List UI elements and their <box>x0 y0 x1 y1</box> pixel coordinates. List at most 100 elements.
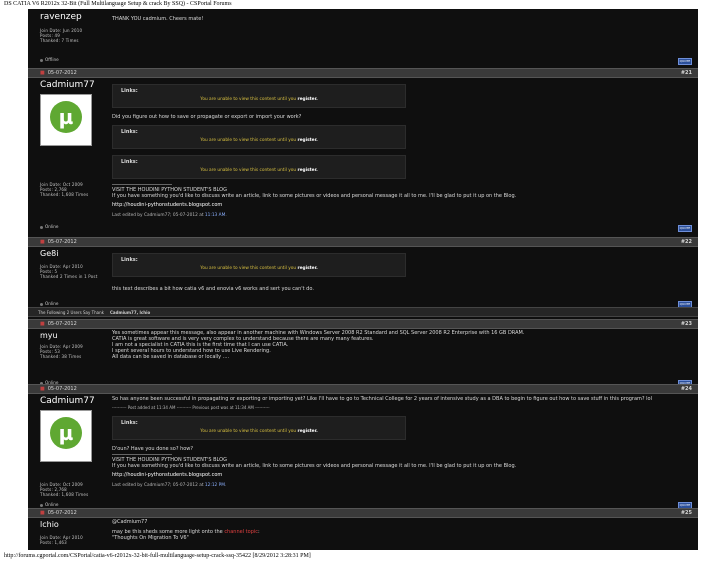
post-date: ■ 05-07-2012 <box>40 321 77 327</box>
links-label: Links: <box>121 257 138 263</box>
register-notice: You are unable to view this content unti… <box>113 138 405 143</box>
quote-button-icon[interactable]: QUOTE <box>678 225 692 232</box>
hidden-links-box: Links: You are unable to view this conte… <box>112 155 406 179</box>
username[interactable]: ravenzep <box>40 12 108 22</box>
post-25: ■ 05-07-2012 #25 lchio Join Date: Apr 201… <box>28 508 698 550</box>
user-info: Join Date: Oct 2009 Posts: 2,768 Thanked… <box>40 182 108 198</box>
user-info: Join Date: Oct 2009 Posts: 2,768 Thanked… <box>40 482 108 498</box>
thanked-count: Thanked 2 Times in 1 Post <box>40 274 98 280</box>
user-info: Join Date: Apr 2010 Posts: 5 Thanked 2 T… <box>40 264 108 280</box>
post-header: ■ 05-07-2012 #23 <box>28 319 698 329</box>
links-label: Links: <box>121 420 138 426</box>
post-text: this text describes a bit how catia v6 a… <box>112 286 314 292</box>
register-notice: You are unable to view this content unti… <box>113 429 405 434</box>
hidden-links-box: Links: You are unable to view this conte… <box>112 416 406 440</box>
status-text: Online <box>45 224 59 229</box>
post-text: @Cadmium77 <box>112 519 148 525</box>
svg-text:µ: µ <box>59 105 74 129</box>
post-text-line: All data can be saved in database or loc… <box>112 354 230 360</box>
register-link[interactable]: register. <box>297 97 317 102</box>
username[interactable]: Cadmium77 <box>40 396 108 406</box>
status-text: Online <box>45 301 59 306</box>
user-info: Join Date: Apr 2010 Posts: 1,463 <box>40 535 108 545</box>
thanks-bar: The Following 2 Users Say Thank Cadmium7… <box>28 307 698 317</box>
edited-time: 11:13 AM <box>204 213 226 218</box>
notice-text: You are unable to view this content unti… <box>200 168 298 173</box>
post-user: Cadmium77 µ Join Date: Oct 2009 Posts: 2… <box>40 80 108 198</box>
post-23: ■ 05-07-2012 #23 myu Join Date: Apr 2009 … <box>28 319 698 387</box>
user-info: Join Date: Jun 2010 Posts: 49 Thanked: 7… <box>40 28 108 44</box>
post-body: @Cadmium77 may be this sheds some more l… <box>112 519 692 541</box>
thanked-count: Thanked: 1,608 Times <box>40 492 89 498</box>
register-link[interactable]: register. <box>297 138 317 143</box>
edited-text: Last edited by Cadmium77; 05-07-2012 at <box>112 213 205 218</box>
post-date: ■ 05-07-2012 <box>40 386 77 392</box>
date-text: 05-07-2012 <box>47 386 77 392</box>
svg-text:µ: µ <box>59 421 74 445</box>
forum-thread: ravenzep Join Date: Jun 2010 Posts: 49 T… <box>28 9 698 550</box>
edited-text: Last edited by Cadmium77; 05-07-2012 at <box>112 483 205 488</box>
signature-link[interactable]: http://houdini-pythonstudents.blogspot.c… <box>112 202 692 208</box>
status-dot-icon <box>40 302 43 306</box>
register-link[interactable]: register. <box>297 266 317 271</box>
username[interactable]: Ge8i <box>40 249 108 258</box>
thanks-users[interactable]: Cadmium77, lchio <box>110 310 150 315</box>
utorrent-logo: µ <box>41 95 91 145</box>
links-label: Links: <box>121 159 138 165</box>
status-dot-icon <box>40 225 43 229</box>
username[interactable]: lchio <box>40 520 108 529</box>
hidden-links-box: Links: You are unable to view this conte… <box>112 253 406 277</box>
username[interactable]: myu <box>40 331 108 340</box>
post-body: Links: You are unable to view this conte… <box>112 250 692 292</box>
channel-topic-link[interactable]: channel topic <box>224 529 258 535</box>
signature-text: If you have something you'd like to disc… <box>112 463 517 469</box>
text-span: : <box>258 529 260 535</box>
utorrent-logo: µ <box>41 411 91 461</box>
browser-page-title: DS CATIA V6 R2012x 32-Bit (Full Multilan… <box>4 1 232 7</box>
post-24: ■ 05-07-2012 #24 Cadmium77 µ Join Date: O… <box>28 384 698 509</box>
date-text: 05-07-2012 <box>47 510 77 516</box>
register-notice: You are unable to view this content unti… <box>113 266 405 271</box>
post-text: So has anyone been successful in propaga… <box>112 396 652 402</box>
post-header: ■ 05-07-2012 #25 <box>28 508 698 518</box>
register-notice: You are unable to view this content unti… <box>113 97 405 102</box>
post-count: Posts: 1,463 <box>40 540 67 546</box>
register-link[interactable]: register. <box>297 429 317 434</box>
user-info: Join Date: Apr 2009 Posts: 53 Thanked: 3… <box>40 344 108 360</box>
username[interactable]: Cadmium77 <box>40 80 108 90</box>
post-number[interactable]: #23 <box>681 321 692 327</box>
register-link[interactable]: register. <box>297 168 317 173</box>
post-number[interactable]: #22 <box>681 239 692 245</box>
post-user: myu Join Date: Apr 2009 Posts: 53 Thanke… <box>40 331 108 360</box>
post-number[interactable]: #21 <box>681 70 692 76</box>
notice-text: You are unable to view this content unti… <box>200 266 298 271</box>
post-user: Cadmium77 µ Join Date: Oct 2009 Posts: 2… <box>40 396 108 498</box>
edited-end: . <box>224 483 227 488</box>
post-number[interactable]: #24 <box>681 386 692 392</box>
signature-divider <box>112 184 172 185</box>
edited-note: Last edited by Cadmium77; 05-07-2012 at … <box>112 483 692 488</box>
post-text: D'oun? Have you done so? how? <box>112 446 194 452</box>
links-label: Links: <box>121 88 138 94</box>
post-text: THANK YOU cadmium. Cheers mate! <box>112 16 204 22</box>
thanked-count: Thanked: 1,608 Times <box>40 192 89 198</box>
post-date: ■ 05-07-2012 <box>40 70 77 76</box>
status-text: Offline <box>45 57 59 62</box>
quote-button-icon[interactable]: QUOTE <box>678 58 692 65</box>
notice-text: You are unable to view this content unti… <box>200 97 298 102</box>
edited-note: Last edited by Cadmium77; 05-07-2012 at … <box>112 213 692 218</box>
post-21: ■ 05-07-2012 #21 Cadmium77 µ Join Date: O… <box>28 68 698 233</box>
signature-text: If you have something you'd like to disc… <box>112 193 517 199</box>
date-text: 05-07-2012 <box>47 321 77 327</box>
avatar: µ <box>40 410 92 462</box>
post-22: ■ 05-07-2012 #22 Ge8i Join Date: Apr 2010… <box>28 237 698 308</box>
signature-link[interactable]: http://houdini-pythonstudents.blogspot.c… <box>112 472 692 478</box>
post-header: ■ 05-07-2012 #21 <box>28 68 698 78</box>
avatar: µ <box>40 94 92 146</box>
post-number[interactable]: #25 <box>681 510 692 516</box>
post-body: So has anyone been successful in propaga… <box>112 396 692 488</box>
post-body: Links: You are unable to view this conte… <box>112 81 692 218</box>
status-dot-icon <box>40 58 43 62</box>
user-status: Online <box>40 224 59 229</box>
post-date: ■ 05-07-2012 <box>40 510 77 516</box>
